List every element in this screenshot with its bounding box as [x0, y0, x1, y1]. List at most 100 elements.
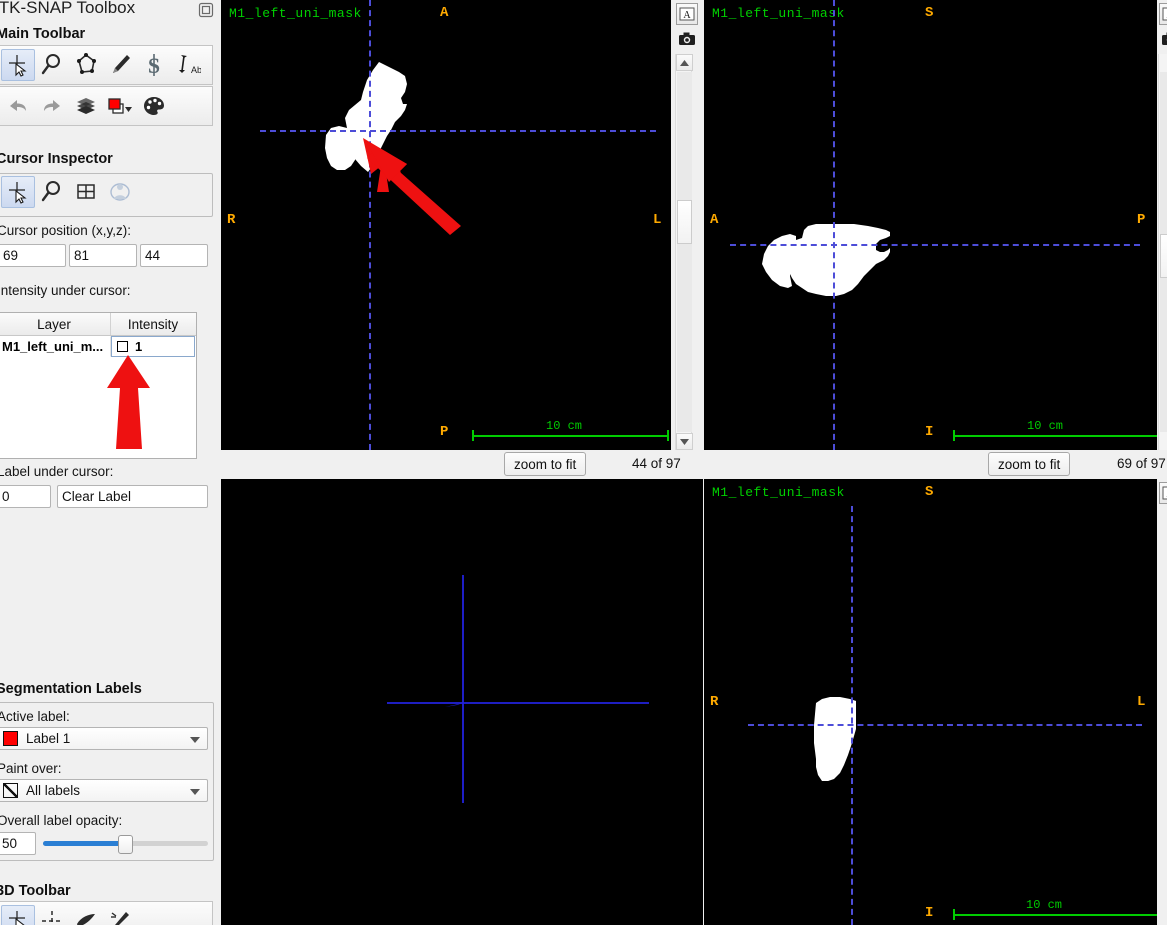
view-3d-render[interactable]	[221, 479, 703, 925]
cursor-x-field[interactable]: 69	[0, 244, 66, 267]
axial-slice-counter: 44 of 97	[632, 456, 681, 471]
main-toolbar-heading: Main Toolbar	[0, 26, 86, 42]
cell-layer-name: M1_left_uni_m...	[0, 336, 111, 357]
coronal-crosshair-vertical	[833, 0, 835, 450]
sagittal-ruler-line	[953, 914, 1157, 916]
label-under-cursor-label: Label under cursor:	[0, 464, 114, 479]
sagittal-segmentation-mask	[814, 697, 856, 781]
right-text-annotation-icon[interactable]: A	[1159, 3, 1167, 25]
coronal-zoom-to-fit-button[interactable]: zoom to fit	[988, 452, 1071, 476]
axial-crosshair-vertical	[369, 0, 371, 450]
axial-ruler-cap-left	[472, 430, 474, 441]
active-label-color-swatch	[3, 731, 18, 746]
undo-button[interactable]	[1, 90, 35, 122]
zoom-pan-tool[interactable]	[35, 49, 69, 81]
redo-button[interactable]	[35, 90, 69, 122]
itk-snap-window: ITK-SNAP Toolbox Main Toolbar Ab Cursor …	[0, 0, 1167, 925]
axial-ruler-label: 10 cm	[546, 419, 583, 433]
sagittal-ruler-cap-left	[953, 909, 955, 920]
opacity-slider-handle[interactable]	[118, 835, 133, 854]
active-label-value: Label 1	[26, 731, 71, 746]
tab-cursor-inspector[interactable]	[1, 176, 35, 208]
3d-crosshair-tool[interactable]	[1, 905, 35, 925]
sagittal-ruler-label: 10 cm	[1026, 898, 1063, 912]
label-under-cursor-id-field[interactable]: 0	[0, 485, 51, 508]
cell-intensity-value[interactable]: 1	[111, 336, 195, 357]
crosshair-tool[interactable]	[1, 49, 35, 81]
polygon-tool[interactable]	[69, 49, 103, 81]
axial-zoom-to-fit-button[interactable]: zoom to fit	[504, 452, 587, 476]
paint-over-caption: Paint over:	[0, 761, 62, 776]
coronal-ruler-label: 10 cm	[1027, 419, 1064, 433]
text-annotation-icon[interactable]: A	[676, 3, 698, 25]
sagittal-crosshair-horizontal	[748, 724, 1142, 726]
paintbrush-tool[interactable]	[103, 49, 137, 81]
main-toolbar-row-2	[0, 86, 213, 126]
right-scrollbar-thumb[interactable]	[1160, 234, 1167, 278]
active-label-dropdown[interactable]: Label 1	[0, 727, 208, 750]
3d-crosshair-graphic	[387, 575, 649, 803]
view-sagittal[interactable]: M1_left_uni_mask S I R L 10 cm	[704, 479, 1157, 925]
app-title: ITK-SNAP Toolbox	[0, 0, 136, 17]
scrollbar-thumb[interactable]	[677, 200, 692, 244]
label-editor-button[interactable]	[137, 90, 171, 122]
3d-toolbar-row	[0, 901, 213, 925]
cursor-y-field[interactable]: 81	[69, 244, 137, 267]
coronal-ruler-cap-left	[953, 430, 955, 441]
chevron-down-icon[interactable]	[190, 736, 200, 743]
opacity-slider-fill	[43, 841, 125, 846]
ruler-tool[interactable]: Ab	[171, 49, 205, 81]
coronal-slice-counter: 69 of 97	[1117, 456, 1166, 471]
layers-button[interactable]	[69, 90, 103, 122]
view-coronal[interactable]: M1_left_uni_mask S I A P 10 cm	[704, 0, 1157, 450]
coronal-slice-scrollbar[interactable]	[1158, 54, 1167, 450]
table-row[interactable]: M1_left_uni_m... 1	[0, 336, 196, 357]
active-label-caption: Active label:	[0, 709, 70, 724]
scroll-down-arrow-icon[interactable]	[676, 433, 693, 450]
right-camera-icon[interactable]	[1159, 28, 1167, 50]
tab-zoom-inspector[interactable]	[35, 176, 69, 208]
cursor-z-field[interactable]: 44	[140, 244, 208, 267]
axial-ruler-cap-right	[667, 430, 669, 441]
axial-ruler-line	[472, 435, 669, 437]
view-side-toolbar: A	[671, 0, 704, 450]
camera-icon[interactable]	[676, 28, 698, 50]
paint-over-value: All labels	[26, 783, 81, 798]
layer-visibility-checkbox-icon[interactable]	[117, 341, 128, 352]
right-view-side-toolbar: A	[1157, 0, 1167, 450]
axial-slice-scrollbar[interactable]	[675, 54, 693, 450]
cursor-inspector-tabs	[1, 176, 137, 208]
3d-toolbar-heading: 3D Toolbar	[0, 883, 71, 899]
right-view-side-toolbar-bottom: A	[1157, 479, 1167, 925]
active-label-button[interactable]	[103, 90, 137, 122]
scroll-up-arrow-icon[interactable]	[676, 54, 693, 71]
view-axial[interactable]: M1_left_uni_mask A P R L 10 cm	[221, 0, 671, 450]
opacity-value-field[interactable]: 50	[0, 832, 36, 855]
tab-3d-panel[interactable]	[103, 176, 137, 208]
chevron-down-icon[interactable]	[190, 788, 200, 795]
paint-over-dropdown[interactable]: All labels	[0, 779, 208, 802]
3d-scalpel-tool[interactable]	[69, 905, 103, 925]
axial-crosshair-horizontal	[260, 130, 656, 132]
label-under-cursor-name-field[interactable]: Clear Label	[57, 485, 208, 508]
toolbox-panel: ITK-SNAP Toolbox Main Toolbar Ab Cursor …	[0, 0, 220, 925]
restore-window-icon[interactable]	[198, 2, 214, 18]
intensity-table-header: Layer Intensity	[0, 313, 196, 336]
svg-text:Ab: Ab	[191, 65, 201, 75]
opacity-caption: Overall label opacity:	[0, 813, 123, 828]
cursor-position-label: Cursor position (x,y,z):	[0, 223, 132, 238]
tab-display-layout[interactable]	[69, 176, 103, 208]
scrollbar-groove[interactable]	[677, 72, 692, 432]
sagittal-text-annotation-icon[interactable]: A	[1159, 482, 1167, 504]
column-header-layer: Layer	[0, 313, 111, 335]
snake-tool[interactable]: S	[137, 49, 171, 81]
intensity-table[interactable]: Layer Intensity M1_left_uni_m... 1	[0, 312, 197, 459]
column-header-intensity: Intensity	[127, 316, 179, 332]
axial-segmentation-mask	[325, 62, 407, 172]
coronal-ruler-line	[953, 435, 1157, 437]
3d-spray-tool[interactable]	[103, 905, 137, 925]
intensity-number: 1	[135, 339, 143, 354]
main-toolbar-row-1: S Ab	[0, 45, 213, 85]
sagittal-crosshair-vertical	[851, 506, 853, 925]
3d-trackball-tool[interactable]	[35, 905, 69, 925]
